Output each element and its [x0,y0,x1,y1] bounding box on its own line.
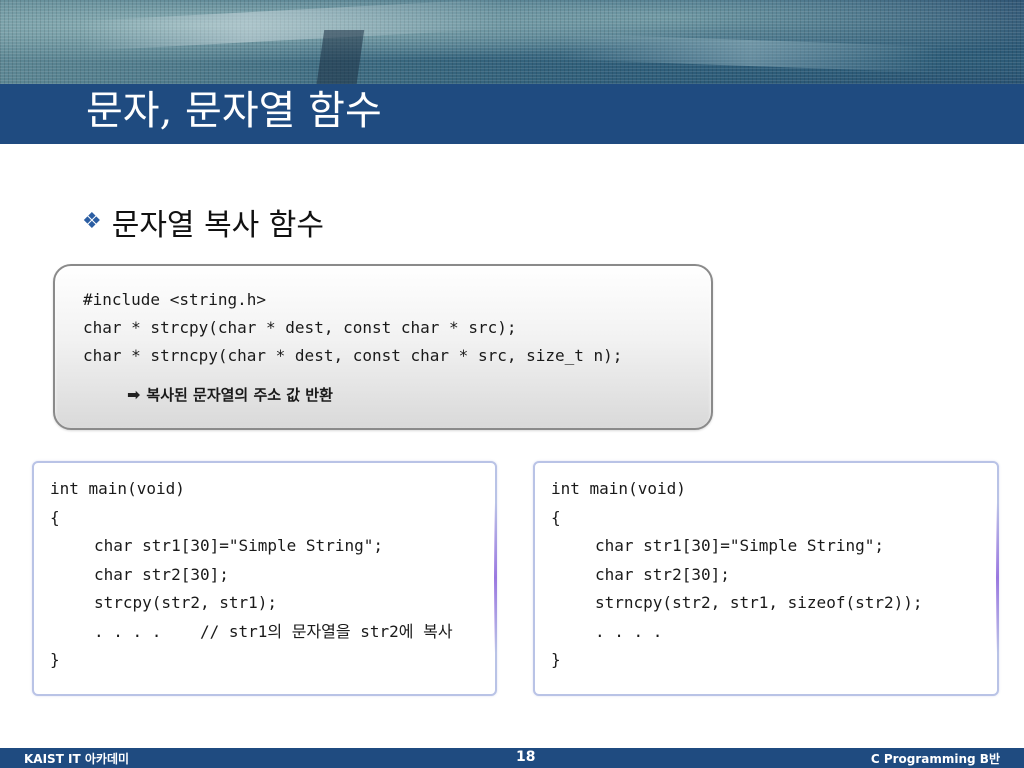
code-line: int main(void) [551,479,686,498]
footer-bar: KAIST IT 아카데미 18 C Programming B반 [0,748,1024,768]
box-accent [494,503,497,653]
example-code: int main(void) { char str1[30]="Simple S… [551,475,923,675]
code-line: int main(void) [50,479,185,498]
return-note-text: 복사된 문자열의 주소 값 반환 [146,386,333,404]
bullet-text: 문자열 복사 함수 [111,208,325,243]
code-line: char str2[30]; [94,564,229,584]
banner-texture [79,0,501,51]
code-line: char str1[30]="Simple String"; [595,536,884,555]
code-line: #include <string.h> [83,290,267,309]
prototype-box: #include <string.h> char * strcpy(char *… [53,264,713,430]
code-line: { [50,507,60,527]
footer-course: C Programming B반 [870,752,1000,766]
code-line: char * strncpy(char * dest, const char *… [83,346,623,365]
return-note: ➡ 복사된 문자열의 주소 값 반환 [127,384,333,405]
page-number: 18 [516,749,536,765]
code-line: } [551,650,561,669]
code-line: char str2[30]; [595,564,730,584]
code-line: . . . . [595,621,663,641]
box-accent [996,503,999,653]
code-line: char str1[30]="Simple String"; [94,536,383,555]
code-line: char * strcpy(char * dest, const char * … [83,318,517,337]
example-code: int main(void) { char str1[30]="Simple S… [50,475,453,675]
diamond-bullet-icon: ❖ [82,209,102,234]
code-line: strcpy(str2, str1); [94,593,278,612]
bullet-item: ❖ 문자열 복사 함수 [82,200,324,244]
footer-org: KAIST IT 아카데미 [24,752,130,766]
slide: 문자, 문자열 함수 ❖ 문자열 복사 함수 #include <string.… [0,0,1024,768]
banner-texture [559,33,941,73]
example-strcpy-box: int main(void) { char str1[30]="Simple S… [32,461,497,696]
code-line: } [50,650,60,669]
banner-texture [315,30,365,84]
header-banner-image [0,0,1024,84]
prototype-code: #include <string.h> char * strcpy(char *… [83,286,622,370]
arrow-right-icon: ➡ [127,385,141,404]
example-strncpy-box: int main(void) { char str1[30]="Simple S… [533,461,999,696]
code-line: strncpy(str2, str1, sizeof(str2)); [595,593,923,612]
code-line: . . . . // str1의 문자열을 str2에 복사 [94,621,453,641]
slide-title: 문자, 문자열 함수 [86,88,382,134]
code-line: { [551,507,561,527]
